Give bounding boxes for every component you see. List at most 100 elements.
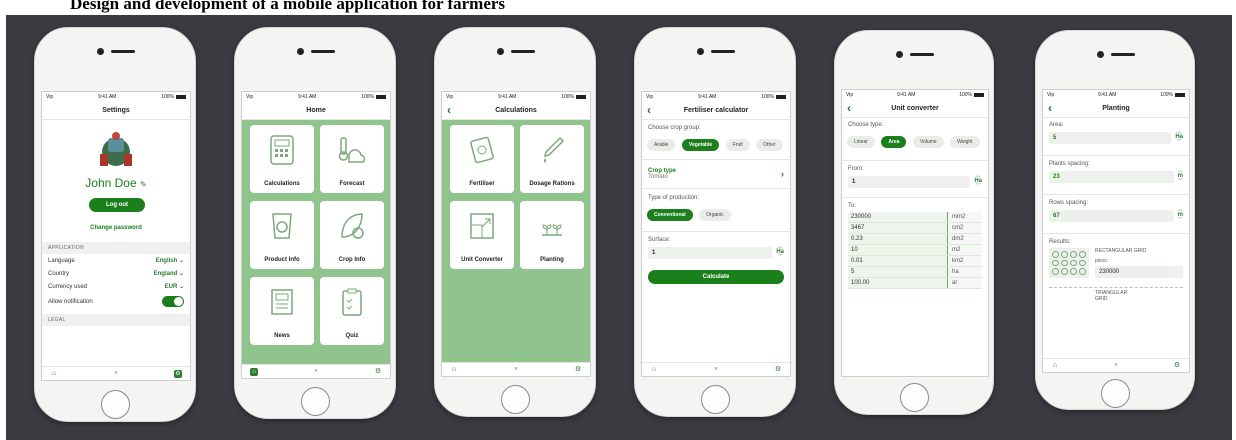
area-input[interactable]: 5: [1049, 131, 1172, 144]
calculate-button[interactable]: Calculate: [648, 270, 784, 284]
pill-arable[interactable]: Arable: [647, 139, 676, 151]
plant-icon[interactable]: ♆: [112, 370, 120, 378]
battery-icon: [575, 94, 586, 99]
conversion-unit: m2: [948, 245, 982, 255]
tile-fertiliser[interactable]: Fertiliser: [450, 125, 514, 193]
tile-news[interactable]: News: [250, 277, 314, 345]
from-input[interactable]: 1: [848, 175, 971, 188]
tile-dosage-rations[interactable]: Dosage Rations: [520, 125, 584, 193]
row-value: EUR: [164, 284, 178, 290]
conversion-value: 100.00: [848, 278, 948, 288]
conversion-results: 230000 mm2 3467 cm2 0.23 dm2 10 m2 0.01 km2 5 ha 100…: [842, 212, 988, 289]
tab-bar: ⌂ ♆ ⚙: [642, 362, 790, 376]
status-bar: Vip 9:41 AM 100%: [42, 92, 190, 102]
row-label: Currency used: [48, 283, 88, 290]
tile-quiz[interactable]: Quiz: [320, 277, 384, 345]
logout-button[interactable]: Log out: [89, 198, 145, 212]
conversion-row: 5 ha: [848, 267, 982, 278]
home-icon[interactable]: ⌂: [450, 366, 458, 374]
settings-icon[interactable]: ⚙: [1173, 362, 1181, 370]
section-header-legal: LEGAL: [42, 314, 190, 326]
nav-title: Settings: [102, 107, 130, 114]
speaker: [311, 50, 335, 53]
edit-icon[interactable]: ✎: [140, 180, 147, 189]
tile-planting[interactable]: Planting: [520, 201, 584, 269]
settings-row-language[interactable]: Language English ⌄: [42, 254, 190, 267]
tile-product-info[interactable]: Product Info: [250, 201, 314, 269]
pill-area[interactable]: Area: [881, 136, 907, 148]
home-icon[interactable]: ⌂: [50, 370, 58, 378]
chevron-down-icon: ﹀: [1177, 178, 1183, 184]
screen-fertiliser: Vip 9:41 AM 100% ‹ Fertiliser calculator …: [641, 91, 791, 377]
plant-icon[interactable]: ♆: [712, 366, 720, 374]
home-button: [900, 383, 929, 412]
status-bar: Vip 9:41 AM 100%: [1043, 90, 1189, 100]
camera: [896, 51, 903, 58]
results-label: Results:: [1043, 233, 1189, 245]
chevron-down-icon: ﹀: [777, 254, 783, 260]
settings-icon[interactable]: ⚙: [574, 366, 582, 374]
rows-spacing-label: Rows spacing:: [1043, 194, 1189, 206]
rectangular-grid-icon: [1049, 248, 1089, 278]
pill-conventional[interactable]: Conventional: [647, 209, 693, 221]
home-icon[interactable]: ⌂: [250, 367, 258, 376]
clock: 9:41 AM: [896, 92, 916, 98]
tile-label: News: [274, 333, 290, 339]
notification-toggle[interactable]: [162, 296, 184, 307]
change-password-link[interactable]: Change password: [42, 225, 190, 231]
back-arrow-icon[interactable]: ‹: [447, 102, 451, 118]
conversion-row: 10 m2: [848, 245, 982, 256]
plants-spacing-input[interactable]: 23: [1049, 170, 1174, 183]
rows-spacing-input[interactable]: 67: [1049, 209, 1174, 222]
settings-icon[interactable]: ⚙: [174, 369, 182, 378]
tab-bar: ⌂ ♆ ⚙: [442, 362, 590, 376]
battery-icon: [375, 94, 386, 99]
surface-input[interactable]: 1: [648, 246, 773, 259]
back-arrow-icon[interactable]: ‹: [847, 100, 851, 116]
clipboard-icon: [339, 287, 365, 322]
back-arrow-icon[interactable]: ‹: [647, 102, 651, 118]
pill-vegetable[interactable]: Vegetable: [681, 139, 720, 151]
plants-unit-stepper[interactable]: ︿ m ﹀: [1178, 169, 1183, 184]
unit-stepper[interactable]: ︿ Ha ﹀: [776, 245, 784, 260]
home-icon[interactable]: ⌂: [1051, 362, 1059, 370]
pill-volume[interactable]: Volume: [912, 136, 944, 148]
home-icon[interactable]: ⌂: [650, 366, 658, 374]
plants-spacing-label: Plants spacing:: [1043, 155, 1189, 167]
crop-type-row[interactable]: Crop type Tomato ›: [642, 159, 790, 189]
pill-other[interactable]: Other: [756, 139, 783, 151]
plant-icon[interactable]: ♆: [312, 368, 320, 376]
carrier: Vip: [446, 94, 454, 100]
tile-unit-converter[interactable]: Unit Converter: [450, 201, 514, 269]
tile-crop-info[interactable]: Crop Info: [320, 201, 384, 269]
settings-row-currency[interactable]: Currency used EUR ⌄: [42, 280, 190, 293]
pieces-value: 230000: [1095, 266, 1183, 278]
settings-row-country[interactable]: Country England ⌄: [42, 267, 190, 280]
back-arrow-icon[interactable]: ‹: [1048, 100, 1052, 116]
camera: [697, 48, 704, 55]
row-label: Allow notification: [48, 298, 93, 305]
tile-calculations[interactable]: Calculations: [250, 125, 314, 193]
plant-icon[interactable]: ♆: [512, 366, 520, 374]
carrier: Vip: [846, 92, 854, 98]
pill-fruit[interactable]: Fruit: [725, 139, 750, 151]
tile-label: Calculations: [264, 181, 300, 187]
speaker: [711, 50, 735, 53]
tile-label: Unit Converter: [461, 257, 503, 263]
tile-forecast[interactable]: Forecast: [320, 125, 384, 193]
from-unit-stepper[interactable]: ︿ Ha ﹀: [974, 174, 982, 189]
plant-icon[interactable]: ♆: [1112, 362, 1120, 370]
page-title-strip: Design and development of a mobile appli…: [0, 0, 1236, 15]
settings-icon[interactable]: ⚙: [774, 366, 782, 374]
pill-linear[interactable]: Linear: [847, 136, 875, 148]
conversion-row: 0.01 km2: [848, 256, 982, 267]
nav-bar: ‹ Unit converter: [842, 100, 988, 118]
tile-label: Forecast: [339, 181, 365, 187]
pill-organic[interactable]: Organic: [699, 209, 731, 221]
area-unit-stepper[interactable]: ︿ Ha ﹀: [1175, 130, 1183, 145]
pill-weight[interactable]: Weight: [950, 136, 980, 148]
crop-type-value: Tomato: [648, 174, 668, 180]
rows-unit-stepper[interactable]: ︿ m ﹀: [1178, 208, 1183, 223]
section-header-application: APPLICATION: [42, 242, 190, 254]
settings-icon[interactable]: ⚙: [374, 368, 382, 376]
